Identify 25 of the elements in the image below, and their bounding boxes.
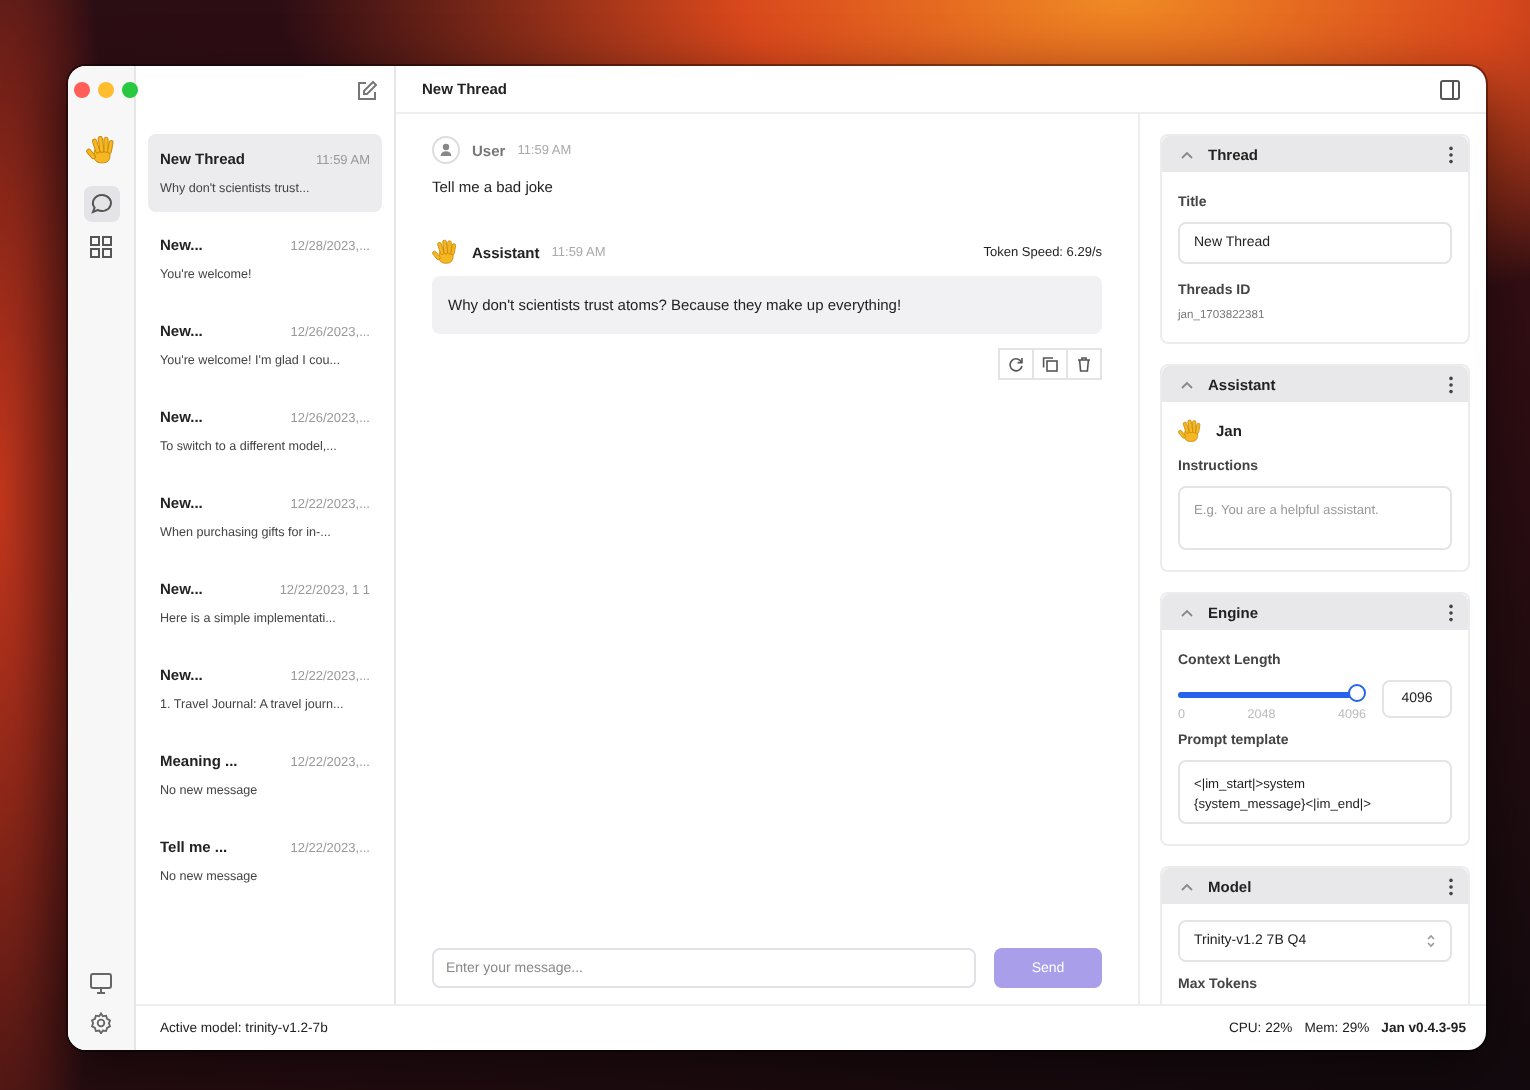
waving-hand-icon <box>85 134 117 166</box>
copy-icon[interactable] <box>1032 348 1068 380</box>
sidebar-toggle-icon[interactable] <box>1440 79 1460 99</box>
chevron-up-icon <box>1180 149 1194 159</box>
edit-icon[interactable] <box>356 79 378 101</box>
more-icon[interactable] <box>1448 877 1454 895</box>
settings-icon[interactable] <box>90 1012 112 1034</box>
slider-thumb[interactable] <box>1348 684 1366 702</box>
rail-button[interactable] <box>83 186 119 222</box>
more-icon[interactable] <box>1448 603 1454 621</box>
chevron-up-icon <box>1180 881 1194 891</box>
monitor-icon[interactable] <box>90 972 112 994</box>
waving-hand-icon <box>432 238 460 266</box>
chat-icon <box>89 192 113 216</box>
grid-icon <box>90 235 112 257</box>
chevron-up-icon <box>1180 379 1194 389</box>
more-icon[interactable] <box>1448 375 1454 393</box>
chevron-up-down-icon <box>1426 934 1436 948</box>
regenerate-icon[interactable] <box>998 348 1034 380</box>
chevron-up-icon <box>1180 607 1194 617</box>
user-avatar-icon <box>432 136 460 164</box>
close-button[interactable] <box>74 82 90 98</box>
more-icon[interactable] <box>1448 145 1454 163</box>
waving-hand-icon <box>1178 418 1204 444</box>
trash-icon[interactable] <box>1066 348 1102 380</box>
